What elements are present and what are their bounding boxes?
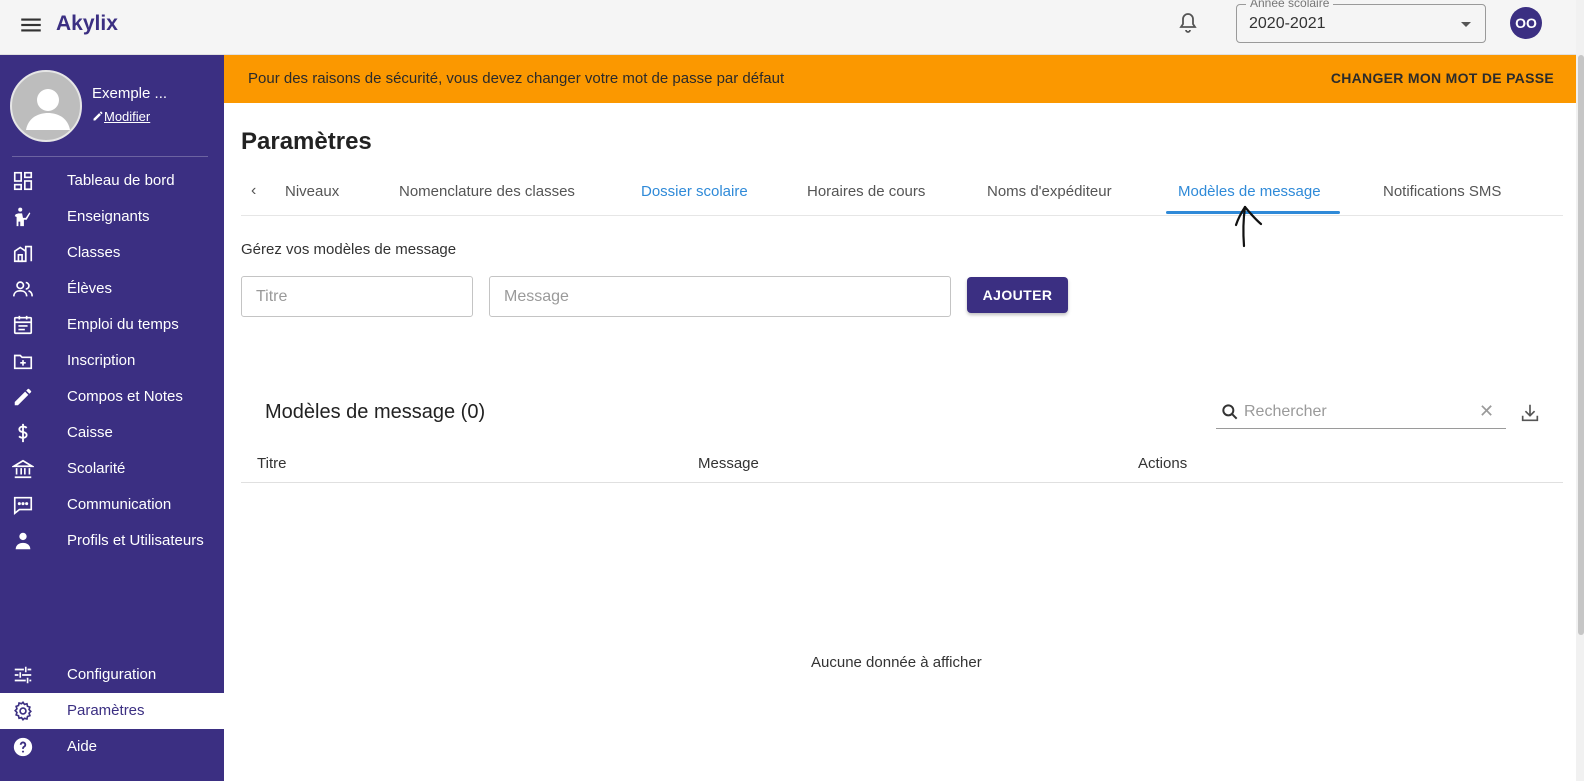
pencil-icon [14,388,32,406]
settings-tabs: ‹ Niveaux Nomenclature des classes Dossi… [241,172,1563,216]
sidebar-item-label: Élèves [67,280,113,297]
teacher-icon [14,207,31,227]
column-header-message[interactable]: Message [698,455,759,472]
profile-avatar[interactable] [10,70,82,142]
sidebar-item-schooling[interactable]: Scolarité [0,451,224,487]
sidebar-item-label: Configuration [67,666,157,683]
sidebar-item-label: Caisse [67,424,113,441]
sidebar-item-cash[interactable]: Caisse [0,415,224,451]
password-warning-banner: Pour des raisons de sécurité, vous devez… [224,55,1576,103]
message-field[interactable] [489,276,951,317]
sidebar-item-users[interactable]: Profils et Utilisateurs [0,523,224,559]
dollar-icon [18,423,28,443]
app-bar: Akylix Année scolaire 2020-2021 OO [0,0,1584,55]
sidebar-divider [12,156,208,157]
column-header-title[interactable]: Titre [257,455,286,472]
sidebar-item-settings[interactable]: Paramètres [0,693,224,729]
tab-class-nomenclature[interactable]: Nomenclature des classes [399,183,575,200]
app-title: Akylix [56,12,118,35]
caret-down-icon [1461,22,1471,27]
sidebar-item-communication[interactable]: Communication [0,487,224,523]
sidebar-item-help[interactable]: Aide [0,729,224,765]
profile-edit-label: Modifier [104,109,151,124]
column-header-actions: Actions [1138,455,1188,472]
tab-levels[interactable]: Niveaux [285,183,339,200]
search-icon [1222,404,1238,420]
sidebar-item-teachers[interactable]: Enseignants [0,199,224,235]
tab-course-schedules[interactable]: Horaires de cours [807,183,925,200]
help-icon [13,737,33,757]
sidebar-item-grades[interactable]: Compos et Notes [0,379,224,415]
table-title: Modèles de message (0) [265,401,486,423]
title-input[interactable] [242,277,472,316]
students-icon [13,281,33,297]
sidebar-item-label: Scolarité [67,460,126,477]
sidebar-item-label: Paramètres [67,702,145,719]
profile-name: Exemple ... [92,85,168,102]
sidebar-item-label: Enseignants [67,208,150,225]
section-description: Gérez vos modèles de message [241,241,457,258]
profile-edit-link[interactable]: Modifier [92,109,150,124]
pencil-icon [93,111,103,121]
sidebar-item-registration[interactable]: Inscription [0,343,224,379]
cursor-arrow-icon [1234,205,1263,248]
sidebar-item-label: Tableau de bord [67,172,175,189]
bank-icon [12,459,34,479]
folder-plus-icon [13,354,33,370]
school-year-label: Année scolaire [1246,0,1334,10]
sidebar-item-dashboard[interactable]: Tableau de bord [0,163,224,199]
sliders-icon [14,666,32,684]
add-button[interactable]: AJOUTER [967,277,1068,313]
bell-icon[interactable] [1176,11,1200,35]
dashboard-icon [13,171,33,191]
change-password-button[interactable]: CHANGER MON MOT DE PASSE [1331,70,1554,86]
person-icon [15,532,31,550]
gear-icon [14,701,32,721]
building-icon [13,245,33,263]
tab-school-record[interactable]: Dossier scolaire [641,183,748,200]
sidebar-item-configuration[interactable]: Configuration [0,657,224,693]
message-input[interactable] [490,277,950,316]
sidebar-item-label: Inscription [67,352,136,369]
empty-table-message: Aucune donnée à afficher [811,654,982,671]
sidebar-item-students[interactable]: Élèves [0,271,224,307]
page-scrollbar-thumb[interactable] [1578,55,1584,635]
person-placeholder-icon [26,89,70,130]
page-title: Paramètres [241,128,372,155]
sidebar-item-label: Communication [67,496,172,513]
download-icon[interactable] [1519,402,1541,424]
sidebar: Exemple ... Modifier Tableau de bord Ens… [0,55,224,781]
chat-icon [13,496,33,515]
school-year-value: 2020-2021 [1249,15,1326,32]
search-input[interactable] [1244,398,1474,426]
clear-search-icon[interactable]: ✕ [1479,401,1494,422]
tab-sms-notifications[interactable]: Notifications SMS [1383,183,1501,200]
user-avatar[interactable]: OO [1510,7,1542,39]
tab-message-templates[interactable]: Modèles de message [1178,183,1321,200]
sidebar-item-label: Profils et Utilisateurs [67,532,204,549]
sidebar-item-label: Compos et Notes [67,388,183,405]
banner-text: Pour des raisons de sécurité, vous devez… [248,70,785,87]
table-header-row: Titre Message Actions [241,446,1563,483]
sidebar-item-classes[interactable]: Classes [0,235,224,271]
table-search[interactable]: ✕ [1216,398,1506,429]
sidebar-item-label: Emploi du temps [67,316,179,333]
tabs-scroll-left-icon[interactable]: ‹ [251,182,256,200]
title-field[interactable] [241,276,473,317]
tab-sender-names[interactable]: Noms d'expéditeur [987,183,1112,200]
sidebar-item-label: Aide [67,738,98,755]
sidebar-item-label: Classes [67,244,121,261]
sidebar-item-timetable[interactable]: Emploi du temps [0,307,224,343]
calendar-icon [13,315,33,335]
menu-icon[interactable] [18,12,44,38]
school-year-select[interactable]: Année scolaire 2020-2021 [1236,0,1486,43]
